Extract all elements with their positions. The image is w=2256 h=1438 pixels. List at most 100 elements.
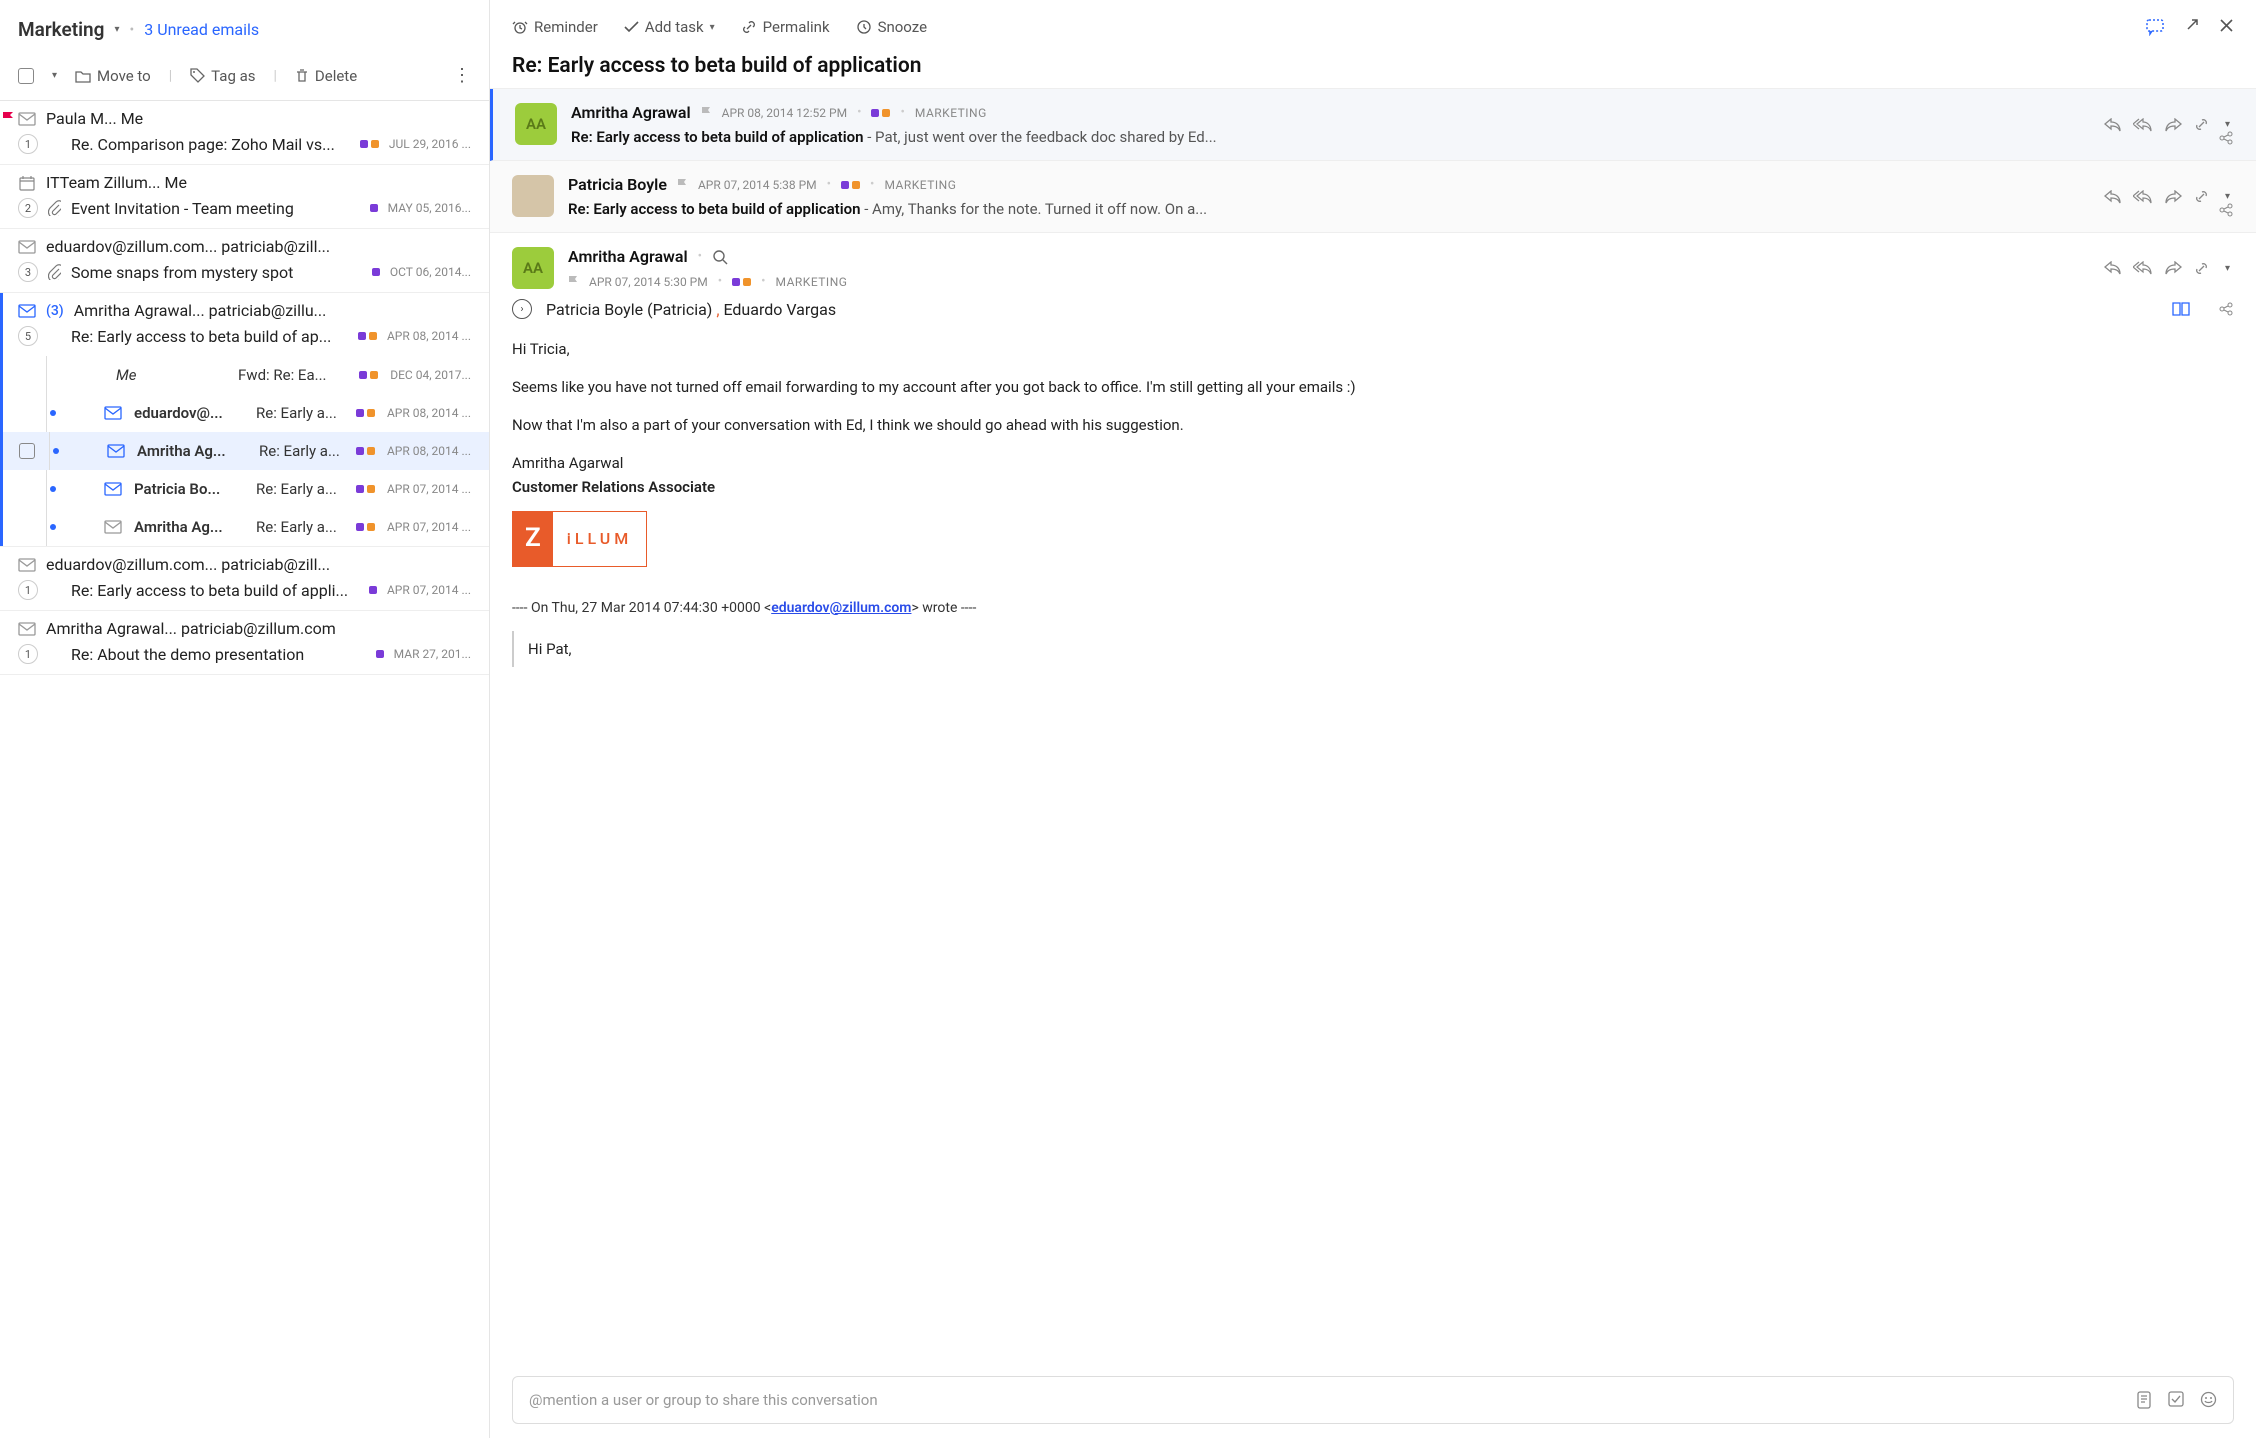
reading-pane: Reminder Add task ▾ Permalink Snooze Re:… (490, 0, 2256, 1438)
add-task-label: Add task (645, 18, 704, 36)
chevron-down-icon[interactable]: ▾ (2221, 119, 2234, 130)
share-icon[interactable] (2218, 301, 2234, 317)
forward-icon[interactable] (2165, 261, 2182, 275)
message-date: APR 07, 2014 5:30 PM (589, 275, 708, 289)
unread-dot (50, 410, 56, 416)
thread-item[interactable]: eduardov@zillum.com... patriciab@zill...… (0, 229, 489, 293)
quoted-email-link[interactable]: eduardov@zillum.com (771, 600, 911, 616)
tag-indicators (356, 447, 375, 455)
expand-recipients-icon[interactable]: › (512, 299, 532, 319)
forward-icon[interactable] (2165, 118, 2182, 132)
message-preview: Re: Early access to beta build of applic… (571, 128, 2090, 146)
permalink-button[interactable]: Permalink (741, 18, 830, 36)
close-icon[interactable] (2219, 18, 2234, 33)
chevron-down-icon[interactable]: ▾ (2221, 263, 2234, 274)
row-checkbox[interactable] (19, 443, 35, 459)
add-task-button[interactable]: Add task ▾ (624, 18, 715, 36)
thread-date: OCT 06, 2014... (390, 265, 471, 279)
recipients: Patricia Boyle (Patricia) , Eduardo Varg… (546, 300, 836, 319)
thread-senders: eduardov@zillum.com... patriciab@zill... (46, 555, 471, 574)
reply-all-icon[interactable] (2133, 118, 2153, 132)
thread-child-item[interactable]: Amritha Ag...Re: Early a...APR 08, 2014 … (0, 432, 489, 470)
flag-outline-icon[interactable] (701, 106, 712, 119)
thread-date: MAY 05, 2016... (388, 201, 471, 215)
permalink-label: Permalink (763, 18, 830, 36)
reply-icon[interactable] (2104, 261, 2121, 275)
snooze-button[interactable]: Snooze (856, 18, 927, 36)
child-subject: Fwd: Re: Ea... (238, 366, 347, 384)
folder-icon (75, 69, 91, 83)
reader-icon[interactable] (2172, 302, 2190, 316)
delete-button[interactable]: Delete (295, 67, 357, 85)
reply-all-icon[interactable] (2133, 190, 2153, 204)
reply-icon[interactable] (2104, 190, 2121, 204)
search-icon[interactable] (712, 249, 728, 265)
tag-indicators (356, 523, 375, 531)
expanded-message: AAAmritha Agrawal•APR 07, 2014 5:30 PM••… (490, 233, 2256, 681)
thread-count-badge: 2 (18, 198, 38, 218)
thread-item[interactable]: (3)Amritha Agrawal... patriciab@zillu...… (0, 293, 489, 547)
reminder-button[interactable]: Reminder (512, 18, 598, 36)
envelope-icon (18, 304, 36, 318)
open-new-icon[interactable] (2184, 18, 2199, 33)
link-icon[interactable] (2194, 261, 2209, 276)
tag-as-button[interactable]: Tag as (190, 67, 255, 85)
tag-indicators (871, 109, 890, 117)
unread-dot (53, 448, 59, 454)
comment-icon[interactable] (2146, 18, 2164, 36)
move-to-button[interactable]: Move to (75, 67, 151, 85)
thread-child-item[interactable]: Amritha Ag... Re: Early a... APR 07, 2014 … (0, 508, 489, 546)
message-preview: Re: Early access to beta build of applic… (568, 200, 2090, 218)
thread-child-item[interactable]: Patricia Bo...Re: Early a...APR 07, 2014… (0, 470, 489, 508)
task-square-icon[interactable] (2168, 1391, 2184, 1407)
link-icon[interactable] (2194, 117, 2209, 132)
folder-header: Marketing ▾ • 3 Unread emails (0, 0, 489, 55)
folder-dropdown-icon[interactable]: ▾ (114, 24, 119, 35)
more-options-icon[interactable]: ⋮ (453, 65, 471, 86)
select-dropdown-icon[interactable]: ▾ (52, 70, 57, 81)
emoji-icon[interactable] (2200, 1391, 2217, 1408)
child-sender: Amritha Ag... (134, 518, 244, 536)
notes-icon[interactable] (2136, 1391, 2152, 1409)
toolbar-separator: | (169, 68, 172, 84)
message-label: MARKETING (776, 275, 848, 289)
envelope-icon (104, 482, 122, 496)
thread-count-badge: 1 (18, 134, 38, 154)
mention-input[interactable]: @mention a user or group to share this c… (512, 1376, 2234, 1424)
collapsed-message[interactable]: Patricia BoyleAPR 07, 2014 5:38 PM••MARK… (490, 161, 2256, 233)
thread-child-item[interactable]: MeFwd: Re: Ea...DEC 04, 2017... (0, 356, 489, 394)
thread-count-badge: 1 (18, 644, 38, 664)
message-date: APR 08, 2014 12:52 PM (722, 106, 847, 120)
thread-item[interactable]: ITTeam Zillum... Me2Event Invitation - T… (0, 165, 489, 229)
thread-item[interactable]: Paula M... Me1Re. Comparison page: Zoho … (0, 101, 489, 165)
flag-outline-icon[interactable] (677, 178, 688, 191)
mention-placeholder: @mention a user or group to share this c… (529, 1391, 878, 1409)
child-sender: Patricia Bo... (134, 480, 244, 498)
thread-item[interactable]: eduardov@zillum.com... patriciab@zill...… (0, 547, 489, 611)
forward-icon[interactable] (2165, 190, 2182, 204)
chevron-down-icon[interactable]: ▾ (2221, 191, 2234, 202)
avatar: AA (515, 103, 557, 145)
link-icon[interactable] (2194, 189, 2209, 204)
reply-all-icon[interactable] (2133, 261, 2153, 275)
child-date: APR 08, 2014 ... (387, 406, 471, 420)
child-date: APR 08, 2014 ... (387, 444, 471, 458)
thread-child-item[interactable]: eduardov@...Re: Early a...APR 08, 2014 .… (0, 394, 489, 432)
collapsed-message[interactable]: AAAmritha AgrawalAPR 08, 2014 12:52 PM••… (490, 89, 2256, 161)
avatar (512, 175, 554, 217)
flag-outline-icon[interactable] (568, 275, 579, 288)
unread-dot (50, 524, 56, 530)
thread-subject: Re: Early access to beta build of appli.… (71, 581, 359, 600)
link-icon (741, 19, 757, 35)
thread-senders: Paula M... Me (46, 109, 471, 128)
share-icon[interactable] (2218, 202, 2234, 218)
thread-item[interactable]: Amritha Agrawal... patriciab@zillum.com1… (0, 611, 489, 675)
thread-date: MAR 27, 201... (394, 647, 471, 661)
share-icon[interactable] (2218, 130, 2234, 146)
unread-count[interactable]: 3 Unread emails (144, 20, 259, 39)
child-date: APR 07, 2014 ... (387, 520, 471, 534)
alarm-icon (512, 19, 528, 35)
child-subject: Re: Early a... (256, 518, 344, 536)
select-all-checkbox[interactable] (18, 68, 34, 84)
reply-icon[interactable] (2104, 118, 2121, 132)
